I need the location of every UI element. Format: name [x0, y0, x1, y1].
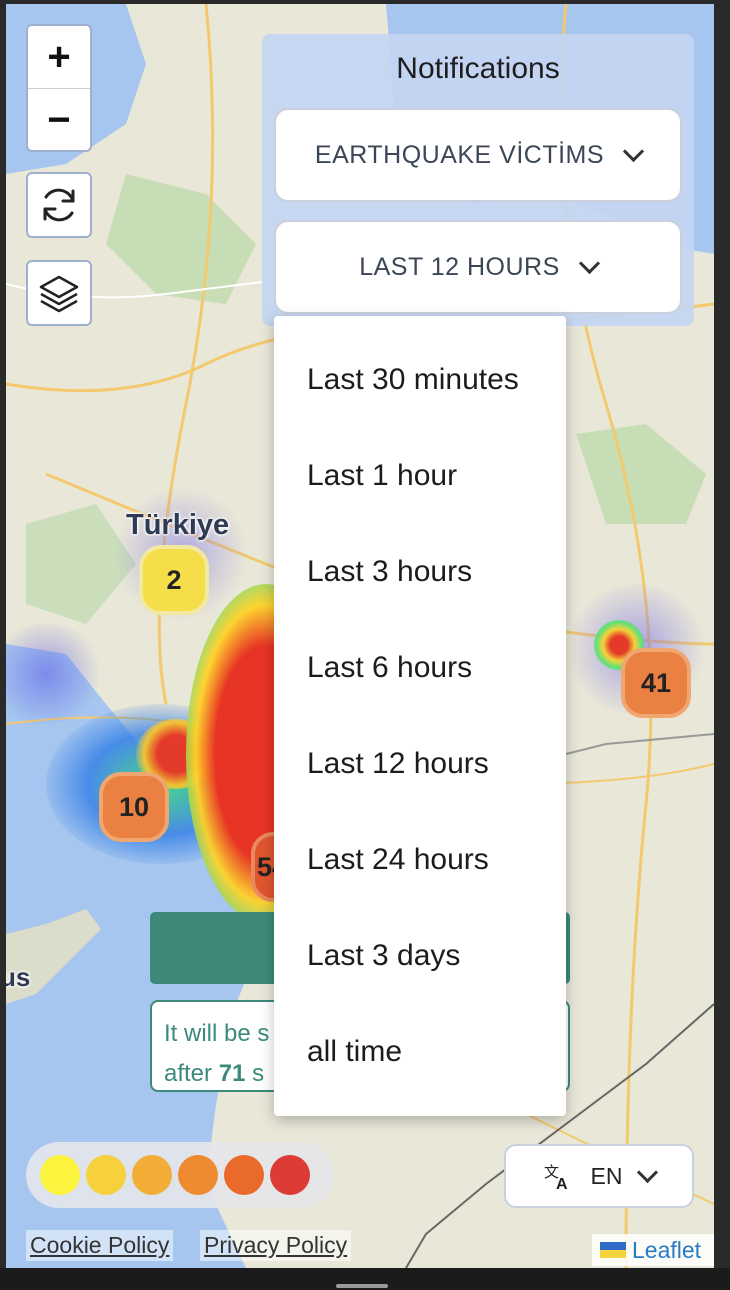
dropdown-option[interactable]: Last 3 days — [274, 908, 566, 1004]
label-turkiye: Türkiye — [126, 509, 230, 541]
language-select[interactable]: 文 A EN — [504, 1144, 694, 1208]
intensity-legend — [26, 1142, 334, 1208]
language-code: EN — [590, 1162, 623, 1189]
dropdown-option[interactable]: Last 24 hours — [274, 812, 566, 908]
cluster-marker[interactable]: 10 — [99, 772, 169, 842]
notifications-panel: Notifications EARTHQUAKE VİCTİMS LAST 12… — [262, 34, 694, 326]
refresh-button[interactable] — [26, 172, 92, 238]
notifications-title: Notifications — [396, 52, 560, 85]
home-indicator[interactable] — [336, 1284, 388, 1288]
cookie-policy-link[interactable]: Cookie Policy — [26, 1230, 174, 1261]
dropdown-option[interactable]: all time — [274, 1004, 566, 1100]
zoom-control: + − — [26, 24, 92, 152]
translate-icon: 文 A — [544, 1164, 568, 1191]
cluster-marker[interactable]: 2 — [139, 545, 209, 615]
time-range-select[interactable]: LAST 12 HOURS — [274, 220, 682, 314]
dropdown-option[interactable]: Last 1 hour — [274, 428, 566, 524]
legend-dot — [224, 1155, 264, 1195]
dropdown-option[interactable]: Last 12 hours — [274, 716, 566, 812]
leaflet-link[interactable]: Leaflet — [632, 1237, 701, 1264]
category-select[interactable]: EARTHQUAKE VİCTİMS — [274, 108, 682, 202]
chevron-down-icon — [622, 140, 645, 162]
zoom-out-button[interactable]: − — [28, 88, 90, 151]
category-select-value: EARTHQUAKE VİCTİMS — [314, 140, 605, 169]
legend-dot — [270, 1155, 310, 1195]
layers-icon — [39, 275, 79, 313]
dropdown-option[interactable]: Last 30 minutes — [274, 332, 566, 428]
chevron-down-icon — [637, 1161, 659, 1183]
privacy-policy-link[interactable]: Privacy Policy — [200, 1230, 352, 1261]
time-range-select-value: LAST 12 HOURS — [359, 252, 560, 281]
cluster-marker[interactable]: 41 — [621, 648, 691, 718]
ukraine-flag-icon — [600, 1242, 626, 1258]
right-frame — [714, 0, 730, 1268]
time-range-dropdown: Last 30 minutes Last 1 hour Last 3 hours… — [274, 316, 566, 1116]
legend-dot — [178, 1155, 218, 1195]
refresh-seconds: 71 — [218, 1060, 246, 1087]
refresh-icon — [43, 188, 75, 222]
label-cyprus: us — [6, 962, 31, 992]
layers-button[interactable] — [26, 260, 92, 326]
svg-text:A: A — [556, 1176, 568, 1191]
dropdown-option[interactable]: Last 3 hours — [274, 524, 566, 620]
legend-dot — [86, 1155, 126, 1195]
chevron-down-icon — [578, 252, 600, 274]
legend-dot — [40, 1155, 80, 1195]
dropdown-option[interactable]: Last 6 hours — [274, 620, 566, 716]
zoom-in-button[interactable]: + — [28, 26, 90, 88]
map-attribution[interactable]: Leaflet — [592, 1234, 714, 1266]
legend-dot — [132, 1155, 172, 1195]
